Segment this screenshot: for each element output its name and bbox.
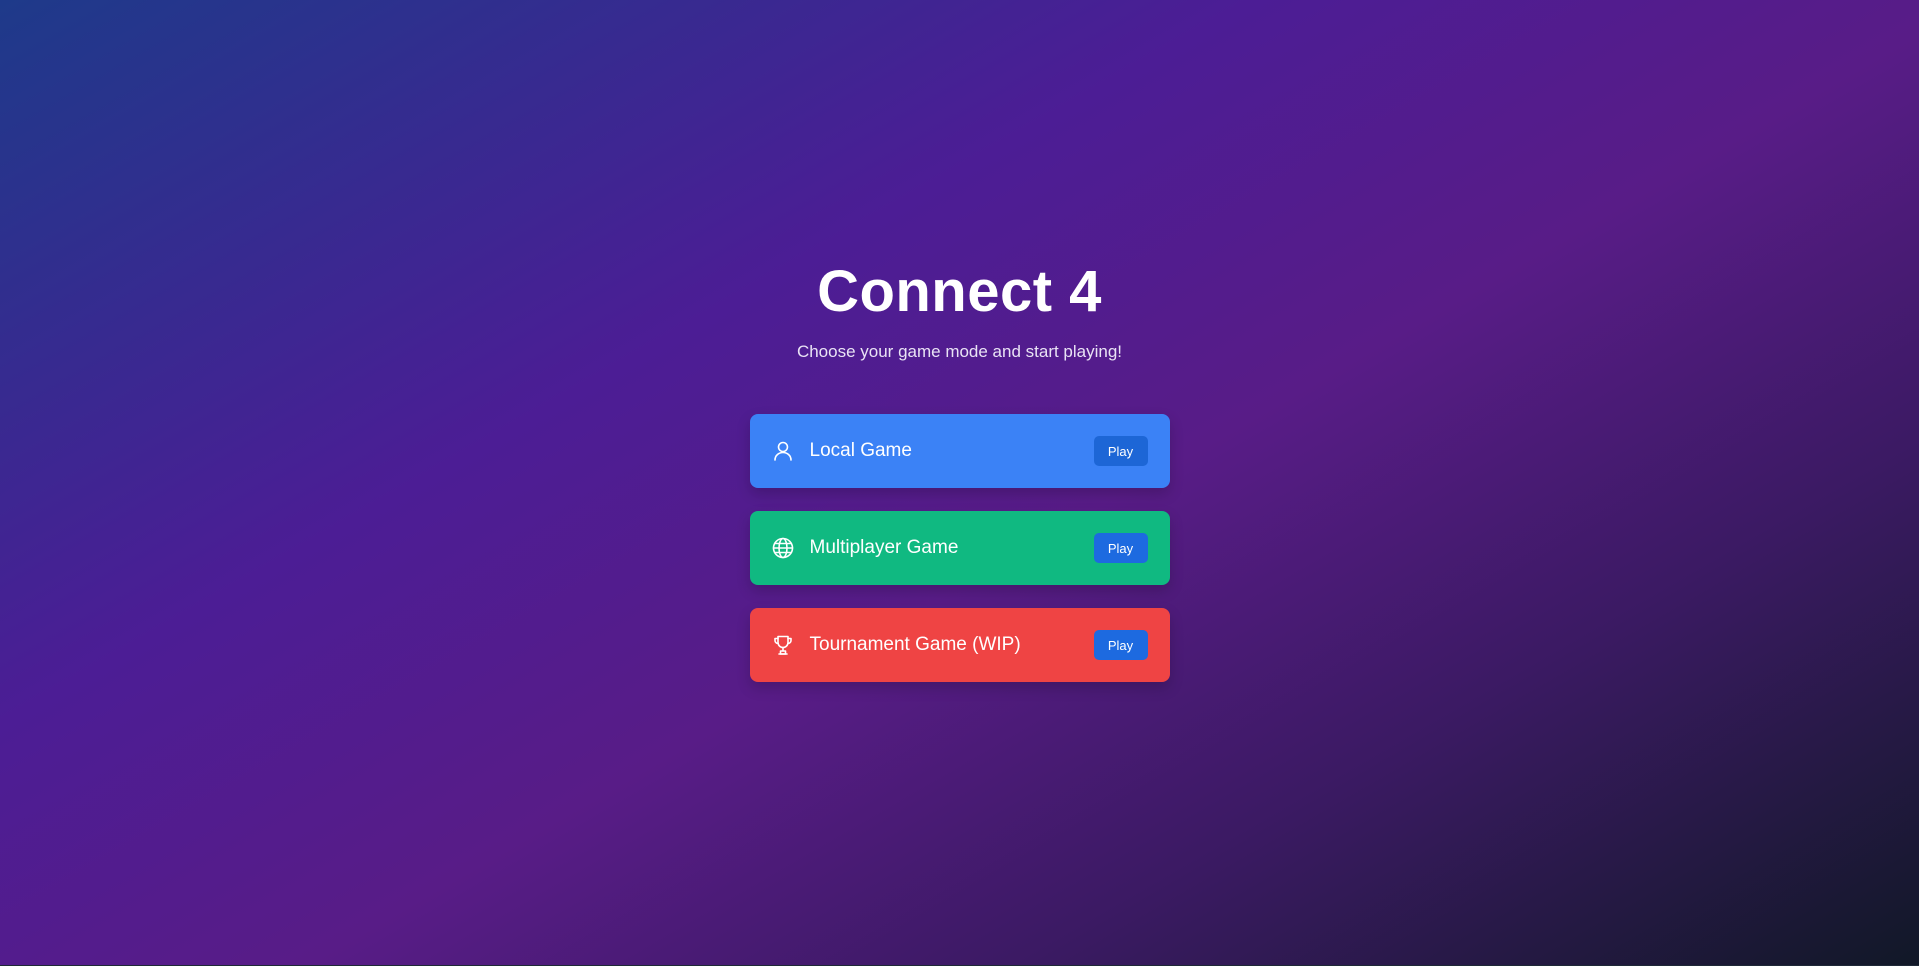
multiplayer-game-play-button[interactable]: Play <box>1093 533 1148 563</box>
multiplayer-game-card[interactable]: Multiplayer Game Play <box>749 511 1170 585</box>
game-mode-list: Local Game Play Multiplayer Game Play To… <box>749 414 1170 682</box>
page-subtitle: Choose your game mode and start playing! <box>796 342 1123 361</box>
tournament-game-play-button[interactable]: Play <box>1093 630 1148 660</box>
local-game-play-button[interactable]: Play <box>1093 436 1148 466</box>
tournament-game-card[interactable]: Tournament Game (WIP) Play <box>749 608 1170 682</box>
page-title: Connect 4 <box>817 259 1102 324</box>
globe-icon <box>770 535 796 561</box>
tournament-game-label: Tournament Game (WIP) <box>809 634 1021 655</box>
trophy-icon <box>770 632 796 658</box>
multiplayer-game-label: Multiplayer Game <box>809 537 959 558</box>
local-game-label: Local Game <box>809 440 912 461</box>
local-game-card[interactable]: Local Game Play <box>749 414 1170 488</box>
user-icon <box>770 438 796 464</box>
main-menu: Connect 4 Choose your game mode and star… <box>0 260 1919 682</box>
